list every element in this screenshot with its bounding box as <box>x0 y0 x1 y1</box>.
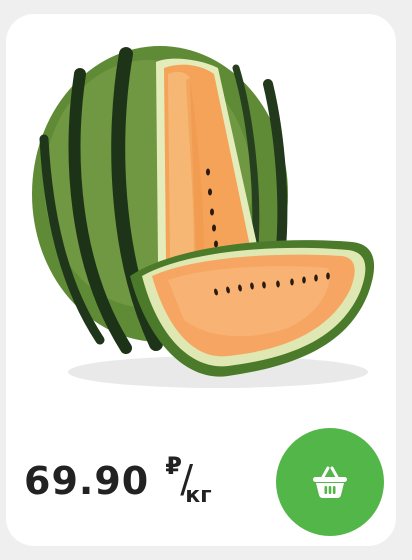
add-to-cart-button[interactable] <box>276 428 384 536</box>
price-unit: ₽ / кг <box>165 452 217 510</box>
price-value: 69.90 <box>24 459 150 503</box>
product-card[interactable]: 69.90 ₽ / кг <box>6 14 396 546</box>
basket-icon <box>313 466 347 498</box>
watermelon-image <box>32 46 375 388</box>
unit-label: кг <box>185 483 212 508</box>
price: 69.90 ₽ / кг <box>24 452 217 510</box>
